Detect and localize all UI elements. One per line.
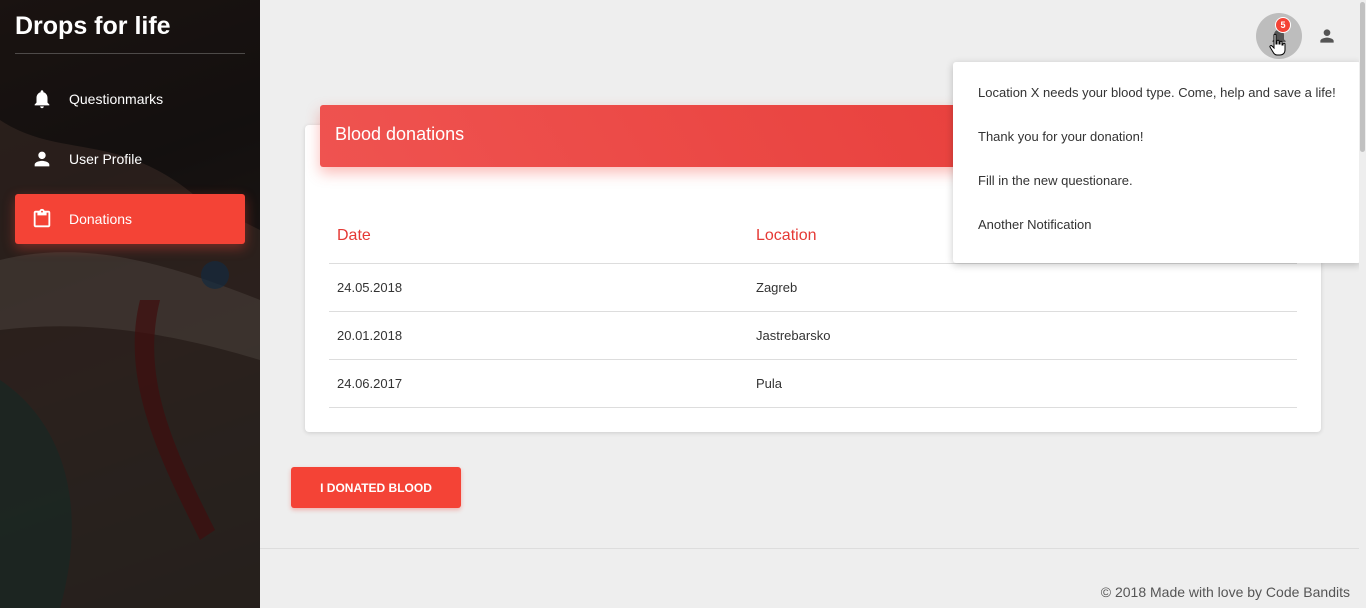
hand-cursor-icon xyxy=(1269,33,1286,56)
scrollbar-thumb[interactable] xyxy=(1360,2,1365,152)
donation-date: 24.06.2017 xyxy=(329,359,748,408)
person-icon xyxy=(31,148,53,170)
footer-text: © 2018 Made with love by Code Bandits xyxy=(1100,584,1350,600)
donation-date: 20.01.2018 xyxy=(329,311,748,360)
sidebar-item-label: User Profile xyxy=(69,151,143,167)
person-icon xyxy=(1320,29,1334,43)
table-row: 24.06.2017 Pula xyxy=(329,359,1297,408)
sidebar-item-questionmarks[interactable]: Questionmarks xyxy=(15,74,245,124)
notification-item[interactable]: Fill in the new questionare. xyxy=(953,158,1361,202)
notification-count-badge: 5 xyxy=(1275,17,1291,33)
page-scrollbar[interactable] xyxy=(1359,0,1366,608)
clipboard-icon xyxy=(31,208,53,230)
donation-location: Pula xyxy=(748,359,1297,408)
donation-location: Zagreb xyxy=(748,263,1297,312)
user-account-button[interactable] xyxy=(1304,13,1350,59)
column-header-date: Date xyxy=(329,209,748,264)
sidebar-item-label: Questionmarks xyxy=(69,91,164,107)
bell-icon xyxy=(31,88,53,110)
table-row: 24.05.2018 Zagreb xyxy=(329,263,1297,312)
notifications-dropdown: Location X needs your blood type. Come, … xyxy=(953,62,1361,263)
footer-divider xyxy=(260,548,1366,549)
brand-title[interactable]: Drops for life xyxy=(15,12,245,54)
sidebar: Drops for life Questionmarks User Profil… xyxy=(0,0,260,608)
notification-item[interactable]: Location X needs your blood type. Come, … xyxy=(953,70,1361,114)
sidebar-nav: Questionmarks User Profile Donations xyxy=(15,74,245,254)
sidebar-item-user-profile[interactable]: User Profile xyxy=(15,134,245,184)
notification-item[interactable]: Thank you for your donation! xyxy=(953,114,1361,158)
donation-date: 24.05.2018 xyxy=(329,263,748,312)
sidebar-item-donations[interactable]: Donations xyxy=(15,194,245,244)
sidebar-item-label: Donations xyxy=(69,211,133,227)
i-donated-blood-button[interactable]: I DONATED BLOOD xyxy=(291,467,461,508)
notification-item[interactable]: Another Notification xyxy=(953,202,1361,246)
donation-location: Jastrebarsko xyxy=(748,311,1297,360)
table-row: 20.01.2018 Jastrebarsko xyxy=(329,311,1297,360)
